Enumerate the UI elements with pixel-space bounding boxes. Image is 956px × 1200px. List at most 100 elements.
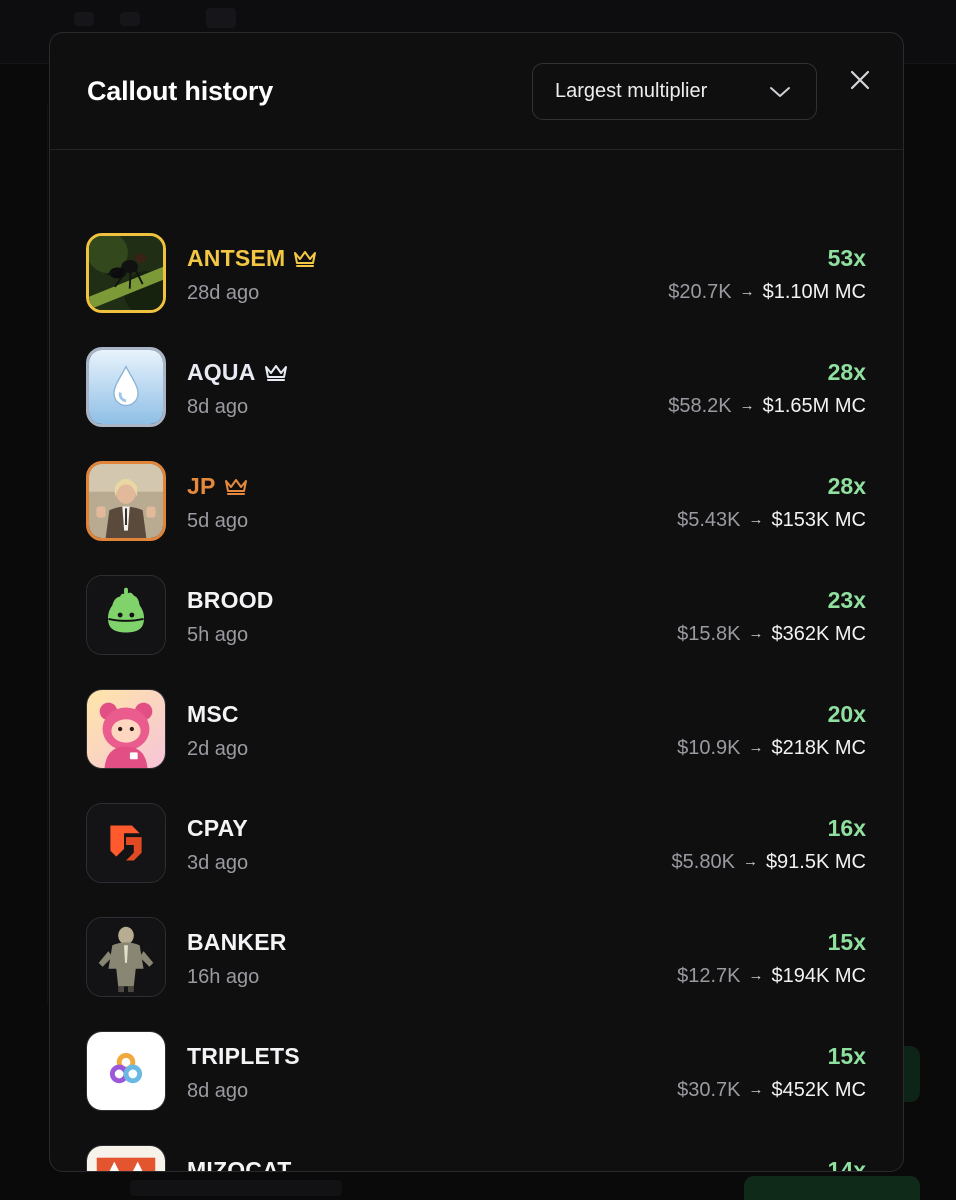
token-ticker: TRIPLETS: [187, 1043, 300, 1070]
multiplier-value: 16x: [827, 815, 866, 841]
callout-row[interactable]: CPAY 3d ago 16x $5.80K → $91.5K MC: [50, 803, 903, 917]
arrow-right-icon: →: [748, 739, 764, 756]
callout-age: 2d ago: [187, 738, 249, 760]
token-ticker-text: ANTSEM: [187, 245, 286, 271]
multiplier-value: 53x: [827, 245, 866, 271]
token-ticker-text: MIZOCAT: [187, 1157, 292, 1171]
market-cap-change: $15.8K → $362K MC: [677, 623, 866, 646]
green-chick-avatar: [86, 575, 166, 655]
token-ticker-text: TRIPLETS: [187, 1043, 300, 1069]
ant-avatar: [86, 233, 166, 313]
market-cap-from: $10.9K: [677, 737, 741, 759]
multiplier-value: 14x: [827, 1157, 866, 1171]
callout-row[interactable]: BANKER 16h ago 15x $12.7K → $194K MC: [50, 917, 903, 1031]
banker-figure-avatar: [86, 917, 166, 997]
arrow-right-icon: →: [742, 853, 758, 870]
market-cap-to: $1.10M MC: [762, 281, 866, 303]
orange-cat-avatar: [86, 1145, 166, 1171]
token-ticker-text: BANKER: [187, 929, 287, 955]
token-ticker: ANTSEM: [187, 245, 317, 272]
multiplier-value: 23x: [827, 587, 866, 613]
background-icon: [74, 12, 94, 26]
callout-age: 16h ago: [187, 966, 260, 988]
modal-title: Callout history: [87, 76, 274, 106]
market-cap-change: $10.9K → $218K MC: [677, 737, 866, 760]
modal-header: Callout history Largest multiplier: [50, 33, 903, 150]
arrow-right-icon: →: [748, 967, 764, 984]
token-ticker-text: MSC: [187, 701, 239, 727]
callout-age: 3d ago: [187, 852, 249, 874]
token-ticker: MIZOCAT: [187, 1157, 291, 1171]
callout-row[interactable]: MIZOCAT11d ago14x$5.23K→$72.3K MC: [50, 1145, 903, 1171]
multiplier-value: 15x: [827, 1043, 866, 1069]
token-ticker-text: BROOD: [187, 587, 274, 613]
callout-list: ANTSEM 28d ago 53x $20.7K → $1.10M MC AQUA 8d…: [50, 151, 903, 1171]
token-ticker: CPAY: [187, 815, 248, 842]
callout-history-modal: Callout history Largest multiplier ANTSE…: [49, 32, 904, 1172]
multiplier-value: 20x: [827, 701, 866, 727]
token-ticker-text: CPAY: [187, 815, 248, 841]
market-cap-to: $362K MC: [771, 623, 867, 645]
callout-age: 28d ago: [187, 282, 260, 304]
multiplier-value: 28x: [827, 473, 866, 499]
market-cap-from: $20.7K: [668, 281, 732, 303]
arrow-right-icon: →: [739, 283, 755, 300]
market-cap-to: $452K MC: [771, 1079, 867, 1101]
callout-row[interactable]: AQUA 8d ago 28x $58.2K → $1.65M MC: [50, 347, 903, 461]
callout-row[interactable]: JP 5d ago 28x $5.43K → $153K MC: [50, 461, 903, 575]
market-cap-to: $91.5K MC: [765, 851, 866, 873]
callout-age: 8d ago: [187, 396, 249, 418]
callout-row[interactable]: MSC 2d ago 20x $10.9K → $218K MC: [50, 689, 903, 803]
market-cap-change: $30.7K → $452K MC: [677, 1079, 866, 1102]
token-ticker: BANKER: [187, 929, 287, 956]
token-ticker: BROOD: [187, 587, 274, 614]
market-cap-from: $58.2K: [668, 395, 732, 417]
market-cap-from: $5.80K: [671, 851, 735, 873]
multiplier-value: 15x: [827, 929, 866, 955]
market-cap-from: $12.7K: [677, 965, 741, 987]
orange-logo-avatar: [86, 803, 166, 883]
market-cap-from: $15.8K: [677, 623, 741, 645]
token-ticker-text: AQUA: [187, 359, 256, 385]
token-ticker: MSC: [187, 701, 239, 728]
background-icon: [120, 12, 140, 26]
close-icon[interactable]: [846, 66, 874, 94]
token-ticker: AQUA: [187, 359, 288, 386]
background-button: [744, 1176, 920, 1200]
market-cap-to: $218K MC: [771, 737, 867, 759]
market-cap-change: $12.7K → $194K MC: [677, 965, 866, 988]
crown-icon: [224, 478, 247, 495]
market-cap-from: $30.7K: [677, 1079, 741, 1101]
arrow-right-icon: →: [748, 511, 764, 528]
market-cap-change: $58.2K → $1.65M MC: [668, 395, 866, 418]
three-rings-avatar: [86, 1031, 166, 1111]
arrow-right-icon: →: [748, 1081, 764, 1098]
market-cap-change: $5.80K → $91.5K MC: [672, 851, 866, 874]
man-in-suit-avatar: [86, 461, 166, 541]
arrow-right-icon: →: [739, 397, 755, 414]
background-divider: [20, 104, 48, 1004]
token-ticker-text: JP: [187, 473, 216, 499]
sort-selected-label: Largest multiplier: [555, 80, 708, 102]
callout-row[interactable]: BROOD 5h ago 23x $15.8K → $362K MC: [50, 575, 903, 689]
token-ticker: JP: [187, 473, 248, 500]
arrow-right-icon: →: [748, 625, 764, 642]
market-cap-change: $20.7K → $1.10M MC: [668, 281, 866, 304]
callout-row[interactable]: TRIPLETS 8d ago 15x $30.7K → $452K MC: [50, 1031, 903, 1145]
callout-age: 5h ago: [187, 624, 249, 646]
callout-age: 5d ago: [187, 510, 249, 532]
multiplier-value: 28x: [827, 359, 866, 385]
market-cap-to: $194K MC: [771, 965, 867, 987]
background-icon: [206, 8, 236, 28]
crown-icon: [264, 364, 287, 381]
callout-age: 8d ago: [187, 1080, 249, 1102]
chevron-down-icon: [770, 87, 790, 97]
market-cap-change: $5.43K → $153K MC: [677, 509, 866, 532]
market-cap-to: $1.65M MC: [762, 395, 866, 417]
callout-row[interactable]: ANTSEM 28d ago 53x $20.7K → $1.10M MC: [50, 233, 903, 347]
background-text: [130, 1180, 342, 1196]
water-drop-avatar: [86, 347, 166, 427]
sort-dropdown[interactable]: Largest multiplier: [532, 63, 817, 120]
market-cap-from: $5.43K: [677, 509, 741, 531]
market-cap-to: $153K MC: [771, 509, 867, 531]
